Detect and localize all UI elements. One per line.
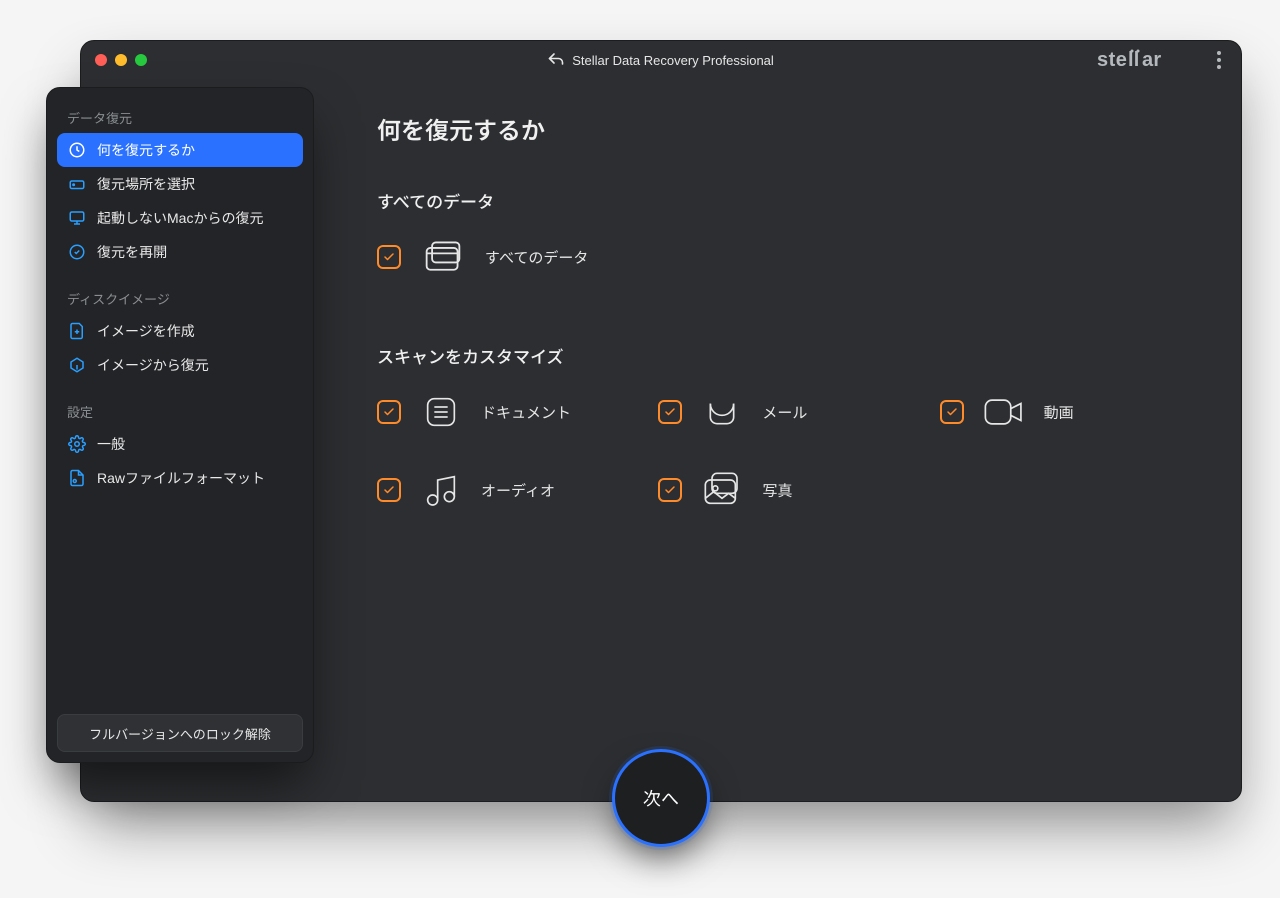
unlock-full-version-button[interactable]: フルバージョンへのロック解除: [57, 714, 303, 752]
option-label: ドキュメント: [481, 402, 571, 423]
sidebar-item-resume-recovery[interactable]: 復元を再開: [57, 235, 303, 269]
app-window: Stellar Data Recovery Professional stell…: [80, 40, 1242, 802]
sidebar-item-general-settings[interactable]: 一般: [57, 427, 303, 461]
folder-multi-icon: [421, 235, 465, 279]
option-photo: 写真: [658, 468, 919, 512]
svg-text:ste: ste: [1097, 49, 1127, 71]
create-image-icon: [67, 321, 87, 341]
close-window-button[interactable]: [95, 54, 107, 66]
option-label: 動画: [1044, 402, 1074, 423]
sidebar-item-label: 復元を再開: [97, 242, 167, 262]
next-button[interactable]: 次へ: [612, 749, 710, 847]
sidebar-item-raw-format[interactable]: Rawファイルフォーマット: [57, 461, 303, 495]
sidebar-item-label: イメージから復元: [97, 355, 209, 375]
next-button-label: 次へ: [643, 785, 679, 811]
photo-icon: [700, 468, 744, 512]
option-documents: ドキュメント: [377, 390, 638, 434]
sidebar-item-label: Rawファイルフォーマット: [97, 468, 265, 488]
checkbox-audio[interactable]: [377, 478, 401, 502]
sidebar: データ復元 何を復元するか 復元場所を選択: [46, 87, 314, 763]
sidebar-section-title: 設定: [57, 396, 303, 427]
page-title: 何を復元するか: [377, 111, 1201, 146]
checkbox-video[interactable]: [940, 400, 964, 424]
drive-icon: [67, 174, 87, 194]
sidebar-item-label: 復元場所を選択: [97, 174, 195, 194]
checkbox-mail[interactable]: [658, 400, 682, 424]
checkbox-photo[interactable]: [658, 478, 682, 502]
option-label-all: すべてのデータ: [485, 247, 588, 268]
titlebar: Stellar Data Recovery Professional stell…: [81, 41, 1241, 79]
option-video: 動画: [940, 390, 1201, 434]
mac-monitor-icon: [67, 208, 87, 228]
sidebar-item-nonbooting-mac[interactable]: 起動しないMacからの復元: [57, 201, 303, 235]
section-title-customize: スキャンをカスタマイズ: [377, 343, 1201, 368]
window-controls: [95, 54, 147, 66]
main-content: 何を復元するか すべてのデータ すべてのデータ スキャンをカスタマイズ: [341, 91, 1241, 781]
sidebar-item-label: 一般: [97, 434, 125, 454]
back-arrow-icon: [548, 52, 564, 69]
sidebar-item-select-location[interactable]: 復元場所を選択: [57, 167, 303, 201]
audio-icon: [419, 468, 463, 512]
resume-icon: [67, 242, 87, 262]
unlock-button-label: フルバージョンへのロック解除: [89, 724, 271, 743]
sidebar-item-label: 起動しないMacからの復元: [97, 208, 263, 228]
option-mail: メール: [658, 390, 919, 434]
svg-text:ar: ar: [1142, 49, 1161, 71]
brand-logo: stellar: [1097, 47, 1197, 73]
sidebar-item-what-to-recover[interactable]: 何を復元するか: [57, 133, 303, 167]
window-title: Stellar Data Recovery Professional: [572, 53, 774, 68]
raw-file-icon: [67, 468, 87, 488]
zoom-window-button[interactable]: [135, 54, 147, 66]
option-label: オーディオ: [481, 480, 555, 501]
checkbox-documents[interactable]: [377, 400, 401, 424]
sidebar-section-title: ディスクイメージ: [57, 283, 303, 314]
sidebar-item-label: イメージを作成: [97, 321, 195, 341]
sidebar-item-label: 何を復元するか: [97, 140, 195, 160]
gear-icon: [67, 434, 87, 454]
option-label: 写真: [762, 480, 792, 501]
restore-image-icon: [67, 355, 87, 375]
option-label: メール: [762, 402, 807, 423]
option-audio: オーディオ: [377, 468, 638, 512]
document-icon: [419, 390, 463, 434]
video-icon: [982, 390, 1026, 434]
minimize-window-button[interactable]: [115, 54, 127, 66]
sidebar-item-create-image[interactable]: イメージを作成: [57, 314, 303, 348]
section-title-all-data: すべてのデータ: [377, 188, 1201, 213]
mail-icon: [700, 390, 744, 434]
restore-target-icon: [67, 140, 87, 160]
checkbox-all-data[interactable]: [377, 245, 401, 269]
sidebar-item-restore-from-image[interactable]: イメージから復元: [57, 348, 303, 382]
more-menu-button[interactable]: [1211, 45, 1227, 75]
sidebar-section-title: データ復元: [57, 102, 303, 133]
